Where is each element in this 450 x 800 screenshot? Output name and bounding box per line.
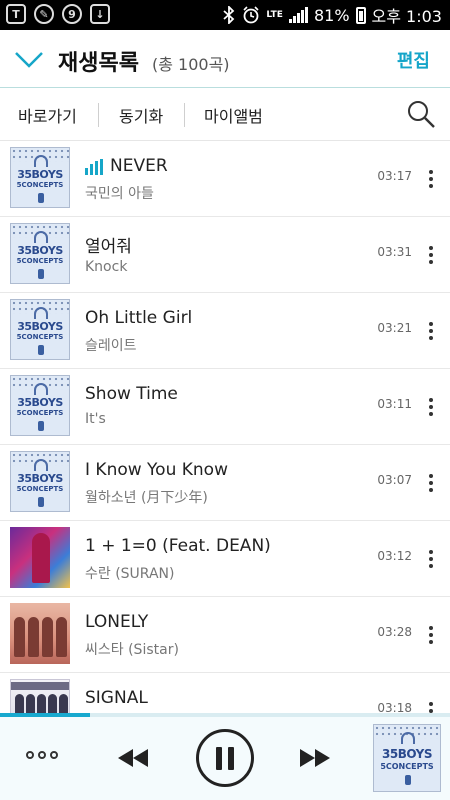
chevron-down-icon[interactable]	[14, 44, 44, 74]
now-playing-icon	[85, 159, 103, 175]
song-row[interactable]: LONELY 씨스타 (Sistar) 03:28	[0, 597, 450, 673]
download-notification-icon: ↓	[90, 4, 110, 24]
song-row[interactable]: SIGNAL 03:18	[0, 673, 450, 713]
tab-sync[interactable]: 동기화	[119, 103, 163, 127]
album-art-subtext: 5CONCEPTS	[380, 762, 434, 771]
previous-track-icon[interactable]	[116, 747, 150, 769]
song-count: (총 100곡)	[152, 55, 230, 74]
more-menu-icon[interactable]	[26, 751, 58, 759]
song-artist: It's	[85, 411, 106, 427]
app-notification-icon: 9	[62, 4, 82, 24]
album-art-text: 35BOYS	[17, 396, 63, 409]
album-art-text: 35BOYS	[17, 168, 63, 181]
song-duration: 03:12	[377, 549, 412, 563]
next-track-icon[interactable]	[298, 747, 332, 769]
system-status: LTE 81% 오후 1:03	[222, 2, 442, 28]
album-art-text: 35BOYS	[17, 244, 63, 257]
more-options-icon[interactable]	[420, 389, 442, 425]
album-art-text: 35BOYS	[17, 472, 63, 485]
divider	[184, 103, 185, 127]
song-title: Show Time	[85, 384, 178, 404]
song-title: 1 + 1=0 (Feat. DEAN)	[85, 536, 271, 556]
album-art-subtext: 5CONCEPTS	[16, 257, 64, 265]
shortcut-bar: 바로가기 동기화 마이앨범	[0, 89, 450, 141]
album-art: 35BOYS 5CONCEPTS	[10, 299, 70, 360]
battery-percent: 81%	[313, 5, 350, 25]
song-row[interactable]: 1 + 1=0 (Feat. DEAN) 수란 (SURAN) 03:12	[0, 521, 450, 597]
album-art-text: 35BOYS	[17, 320, 63, 333]
song-list: 35BOYS 5CONCEPTS NEVER 국민의 아들 03:17 35BO…	[0, 141, 450, 713]
album-art-subtext: 5CONCEPTS	[16, 333, 64, 341]
playlist-header: 재생목록 (총 100곡) 편집	[0, 30, 450, 88]
page-title: 재생목록	[58, 51, 139, 76]
album-art: 35BOYS 5CONCEPTS	[10, 223, 70, 284]
song-row[interactable]: 35BOYS 5CONCEPTS I Know You Know 월하소년 (月…	[0, 445, 450, 521]
album-art-subtext: 5CONCEPTS	[16, 409, 64, 417]
song-duration: 03:31	[377, 245, 412, 259]
notification-icon: T	[6, 4, 26, 24]
edit-notification-icon: ✎	[34, 4, 54, 24]
album-art: 35BOYS 5CONCEPTS	[10, 451, 70, 512]
notification-icons: T ✎ 9 ↓	[6, 4, 110, 24]
edit-button[interactable]: 편집	[397, 47, 430, 73]
song-title: Oh Little Girl	[85, 308, 193, 328]
more-options-icon[interactable]	[420, 313, 442, 349]
song-duration: 03:07	[377, 473, 412, 487]
tab-shortcut[interactable]: 바로가기	[18, 103, 77, 127]
album-art-subtext: 5CONCEPTS	[16, 181, 64, 189]
album-art	[10, 603, 70, 664]
song-row[interactable]: 35BOYS 5CONCEPTS NEVER 국민의 아들 03:17	[0, 141, 450, 217]
song-duration: 03:18	[377, 701, 412, 713]
more-options-icon[interactable]	[420, 237, 442, 273]
more-options-icon[interactable]	[420, 161, 442, 197]
song-artist: Knock	[85, 259, 128, 275]
song-artist: 슬레이트	[85, 338, 137, 354]
song-artist: 월하소년 (月下少年)	[85, 490, 208, 506]
song-title: I Know You Know	[85, 460, 228, 480]
song-artist: 국민의 아들	[85, 186, 154, 202]
song-title: 열어줘	[85, 237, 132, 257]
album-art	[10, 527, 70, 588]
alarm-icon	[243, 6, 259, 24]
album-art: 35BOYS 5CONCEPTS	[10, 147, 70, 208]
pause-button[interactable]	[196, 729, 254, 787]
clock: 오후 1:03	[371, 7, 442, 26]
network-type: LTE	[266, 9, 283, 20]
song-title: NEVER	[110, 156, 168, 176]
song-row[interactable]: 35BOYS 5CONCEPTS 열어줘 Knock 03:31	[0, 217, 450, 293]
more-options-icon[interactable]	[420, 617, 442, 653]
album-art	[10, 679, 70, 713]
search-icon[interactable]	[406, 99, 436, 129]
more-options-icon[interactable]	[420, 465, 442, 501]
status-bar: T ✎ 9 ↓ LTE 81% 오후 1:03	[0, 0, 450, 30]
divider	[98, 103, 99, 127]
song-artist: 씨스타 (Sistar)	[85, 642, 179, 658]
mini-player: 35BOYS 5CONCEPTS	[0, 717, 450, 800]
song-duration: 03:11	[377, 397, 412, 411]
battery-icon	[355, 6, 366, 24]
song-title: SIGNAL	[85, 688, 148, 708]
more-options-icon[interactable]	[420, 693, 442, 713]
more-options-icon[interactable]	[420, 541, 442, 577]
bluetooth-icon	[223, 6, 235, 24]
song-duration: 03:28	[377, 625, 412, 639]
now-playing-album-art[interactable]: 35BOYS 5CONCEPTS	[373, 724, 441, 792]
signal-icon	[288, 7, 308, 23]
song-artist: 수란 (SURAN)	[85, 566, 175, 582]
tab-my-album[interactable]: 마이앨범	[204, 103, 263, 127]
album-art-subtext: 5CONCEPTS	[16, 485, 64, 493]
song-row[interactable]: 35BOYS 5CONCEPTS Oh Little Girl 슬레이트 03:…	[0, 293, 450, 369]
album-art: 35BOYS 5CONCEPTS	[10, 375, 70, 436]
song-duration: 03:21	[377, 321, 412, 335]
song-row[interactable]: 35BOYS 5CONCEPTS Show Time It's 03:11	[0, 369, 450, 445]
song-duration: 03:17	[377, 169, 412, 183]
album-art-text: 35BOYS	[382, 747, 432, 761]
song-title: LONELY	[85, 612, 149, 632]
